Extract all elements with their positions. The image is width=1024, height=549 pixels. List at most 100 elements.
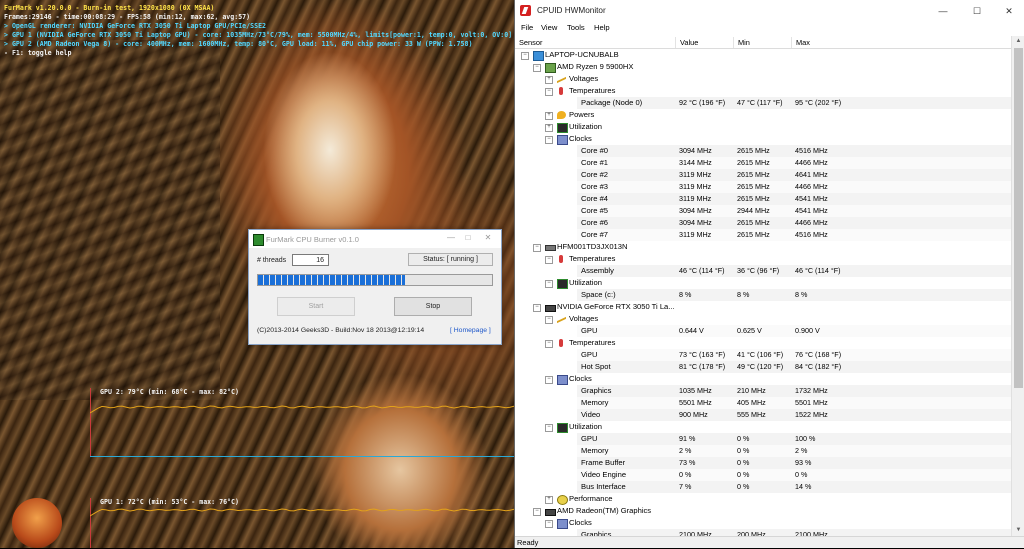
sensor-group-row[interactable]: − Clocks	[515, 133, 1011, 145]
menu-help[interactable]: Help	[594, 23, 610, 32]
menu-tools[interactable]: Tools	[567, 23, 585, 32]
burner-titlebar[interactable]: FurMark CPU Burner v0.1.0 — □ ✕	[249, 230, 501, 248]
row-background	[577, 529, 1011, 536]
collapse-icon[interactable]: −	[545, 88, 553, 96]
sensor-label: Video	[581, 410, 601, 419]
sensor-group-row[interactable]: + Utilization	[515, 121, 1011, 133]
collapse-icon[interactable]: −	[533, 244, 541, 252]
maximize-button[interactable]: ☐	[967, 4, 987, 18]
sensor-label: Clocks	[569, 518, 592, 527]
homepage-link[interactable]: [ Homepage ]	[450, 327, 491, 334]
collapse-icon[interactable]: −	[545, 340, 553, 348]
collapse-icon[interactable]: −	[545, 424, 553, 432]
sensor-group-row[interactable]: − HFM001TD3JX013N	[515, 241, 1011, 253]
util-icon	[557, 279, 568, 289]
sensor-reading-row[interactable]: GPU 91 % 0 % 100 %	[515, 433, 1011, 445]
sensor-reading-row[interactable]: Memory 2 % 0 % 2 %	[515, 445, 1011, 457]
maximize-button[interactable]: □	[461, 233, 475, 245]
sensor-group-row[interactable]: + Voltages	[515, 72, 1011, 85]
close-button[interactable]: ✕	[481, 233, 495, 245]
sensor-reading-row[interactable]: Graphics 1035 MHz 210 MHz 1732 MHz	[515, 385, 1011, 397]
sensor-group-row[interactable]: − Utilization	[515, 421, 1011, 433]
column-header-sensor[interactable]: Sensor	[515, 37, 676, 48]
collapse-icon[interactable]: −	[545, 256, 553, 264]
gpu-icon	[545, 305, 556, 312]
sensor-reading-row[interactable]: Memory 5501 MHz 405 MHz 5501 MHz	[515, 397, 1011, 409]
sensor-group-row[interactable]: − Clocks	[515, 373, 1011, 385]
sensor-reading-row[interactable]: Core #3 3119 MHz 2615 MHz 4466 MHz	[515, 181, 1011, 193]
sensor-value: 900 MHz	[679, 410, 708, 419]
scroll-down-icon[interactable]: ▼	[1012, 525, 1024, 536]
sensor-reading-row[interactable]: Core #0 3094 MHz 2615 MHz 4516 MHz	[515, 145, 1011, 157]
collapse-icon[interactable]: −	[533, 508, 541, 516]
collapse-icon[interactable]: −	[545, 316, 553, 324]
sensor-group-row[interactable]: + Powers	[515, 109, 1011, 121]
sensor-reading-row[interactable]: Hot Spot 81 °C (178 °F) 49 °C (120 °F) 84 °…	[515, 361, 1011, 373]
expand-icon[interactable]: +	[545, 496, 553, 504]
sensor-group-row[interactable]: − NVIDIA GeForce RTX 3050 Ti La...	[515, 301, 1011, 313]
collapse-icon[interactable]: −	[533, 304, 541, 312]
hwmon-titlebar[interactable]: CPUID HWMonitor — ☐ ✕	[515, 0, 1024, 22]
close-button[interactable]: ✕	[999, 4, 1019, 18]
sensor-reading-row[interactable]: Core #1 3144 MHz 2615 MHz 4466 MHz	[515, 157, 1011, 169]
start-button[interactable]: Start	[277, 297, 355, 316]
sensor-reading-row[interactable]: Frame Buffer 73 % 0 % 93 %	[515, 457, 1011, 469]
sensor-reading-row[interactable]: Package (Node 0) 92 °C (196 °F) 47 °C (117…	[515, 97, 1011, 109]
sensor-reading-row[interactable]: Core #4 3119 MHz 2615 MHz 4541 MHz	[515, 193, 1011, 205]
sensor-reading-row[interactable]: GPU 0.644 V 0.625 V 0.900 V	[515, 325, 1011, 337]
sensor-value: 46 °C (114 °F)	[679, 266, 725, 275]
sensor-group-row[interactable]: − Temperatures	[515, 85, 1011, 97]
sensor-reading-row[interactable]: Graphics 2100 MHz 200 MHz 2100 MHz	[515, 529, 1011, 536]
row-background	[577, 481, 1011, 493]
sensor-reading-row[interactable]: Core #7 3119 MHz 2615 MHz 4516 MHz	[515, 229, 1011, 241]
sensor-min: 41 °C (106 °F)	[737, 350, 784, 359]
sensor-group-row[interactable]: − Voltages	[515, 312, 1011, 325]
menu-view[interactable]: View	[541, 23, 557, 32]
sensor-value: 3094 MHz	[679, 146, 712, 155]
menu-file[interactable]: File	[521, 23, 533, 32]
sensor-reading-row[interactable]: Video Engine 0 % 0 % 0 %	[515, 469, 1011, 481]
cpu-icon	[545, 63, 556, 73]
column-header-value[interactable]: Value	[676, 37, 734, 48]
sensor-group-row[interactable]: − Utilization	[515, 277, 1011, 289]
sensor-group-row[interactable]: + Performance	[515, 493, 1011, 505]
collapse-icon[interactable]: −	[533, 64, 541, 72]
sensor-label: Core #1	[581, 158, 609, 167]
sensor-group-row[interactable]: − Clocks	[515, 517, 1011, 529]
collapse-icon[interactable]: −	[521, 52, 529, 60]
sensor-reading-row[interactable]: Video 900 MHz 555 MHz 1522 MHz	[515, 409, 1011, 421]
sensor-reading-row[interactable]: GPU 73 °C (163 °F) 41 °C (106 °F) 76 °C (16…	[515, 349, 1011, 361]
sensor-reading-row[interactable]: Assembly 46 °C (114 °F) 36 °C (96 °F) 46 °C…	[515, 265, 1011, 277]
sensor-reading-row[interactable]: Bus Interface 7 % 0 % 14 %	[515, 481, 1011, 493]
sensor-min: 0 %	[737, 446, 750, 455]
sensor-group-row[interactable]: − LAPTOP-UCNUBALB	[515, 49, 1011, 61]
column-header-min[interactable]: Min	[734, 37, 792, 48]
column-header-max[interactable]: Max	[792, 37, 1011, 48]
sensor-max: 46 °C (114 °F)	[795, 266, 841, 275]
vertical-scrollbar[interactable]: ▲ ▼	[1011, 36, 1024, 536]
minimize-button[interactable]: —	[444, 233, 458, 245]
expand-icon[interactable]: +	[545, 112, 553, 120]
collapse-icon[interactable]: −	[545, 376, 553, 384]
minimize-button[interactable]: —	[933, 4, 953, 18]
collapse-icon[interactable]: −	[545, 520, 553, 528]
expand-icon[interactable]: +	[545, 76, 553, 84]
scroll-up-icon[interactable]: ▲	[1012, 36, 1024, 47]
scrollbar-thumb[interactable]	[1014, 48, 1023, 388]
collapse-icon[interactable]: −	[545, 136, 553, 144]
sensor-reading-row[interactable]: Core #2 3119 MHz 2615 MHz 4641 MHz	[515, 169, 1011, 181]
sensor-reading-row[interactable]: Core #6 3094 MHz 2615 MHz 4466 MHz	[515, 217, 1011, 229]
row-background	[577, 433, 1011, 445]
sensor-reading-row[interactable]: Space (c:) 8 % 8 % 8 %	[515, 289, 1011, 301]
sensor-max: 84 °C (182 °F)	[795, 362, 842, 371]
sensor-reading-row[interactable]: Core #5 3094 MHz 2944 MHz 4541 MHz	[515, 205, 1011, 217]
stop-button[interactable]: Stop	[394, 297, 472, 316]
sensor-max: 5501 MHz	[795, 398, 828, 407]
threads-input[interactable]: 16	[292, 254, 329, 266]
sensor-group-row[interactable]: − Temperatures	[515, 253, 1011, 265]
expand-icon[interactable]: +	[545, 124, 553, 132]
collapse-icon[interactable]: −	[545, 280, 553, 288]
sensor-group-row[interactable]: − Temperatures	[515, 337, 1011, 349]
sensor-group-row[interactable]: − AMD Ryzen 9 5900HX	[515, 61, 1011, 73]
sensor-group-row[interactable]: − AMD Radeon(TM) Graphics	[515, 505, 1011, 517]
